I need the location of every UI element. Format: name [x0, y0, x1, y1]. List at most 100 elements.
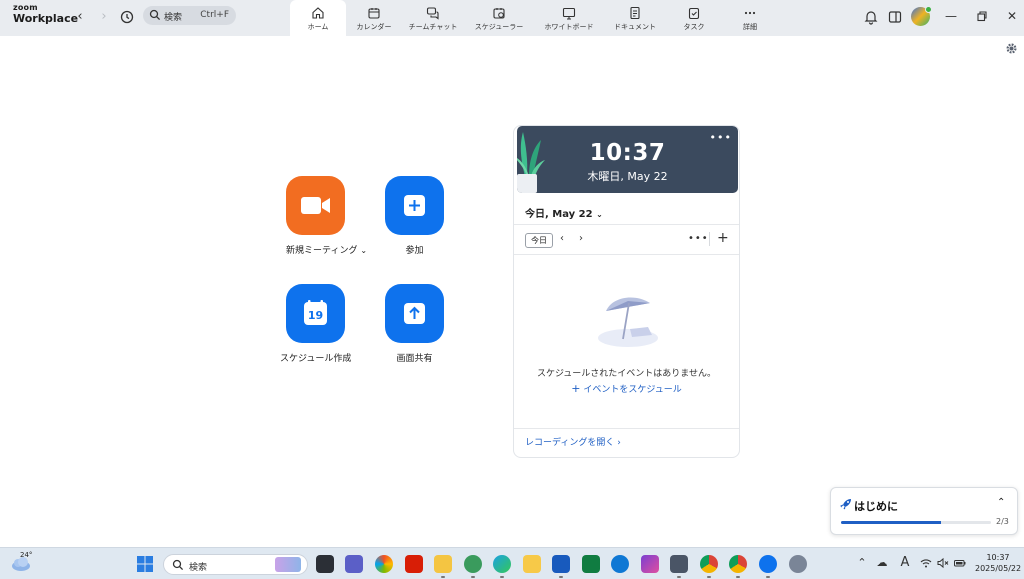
- no-events-text: スケジュールされたイベントはありません。: [536, 369, 717, 379]
- tab-whiteboard[interactable]: ホワイトボード: [534, 0, 604, 36]
- gear-icon[interactable]: [1005, 42, 1018, 55]
- search-icon: [172, 559, 184, 571]
- tab-label: スケジューラー: [474, 23, 524, 31]
- share-arrow-icon: [404, 303, 425, 324]
- tab-label: 詳細: [743, 23, 757, 31]
- document-icon: [630, 6, 640, 20]
- tab-label: ホワイトボード: [544, 23, 594, 31]
- history-icon[interactable]: [119, 9, 135, 25]
- task-view-icon[interactable]: [316, 555, 334, 573]
- whiteboard-icon: [562, 7, 576, 20]
- presence-dot: [925, 6, 932, 13]
- clock-header: 10:37 木曜日, May 22 •••: [517, 126, 738, 193]
- search-box[interactable]: 検索 Ctrl+F: [143, 6, 236, 25]
- running-indicator: [766, 576, 770, 578]
- schedule-button[interactable]: 19: [286, 284, 345, 343]
- share-screen-label: 画面共有: [396, 354, 433, 364]
- chrome-profile-icon[interactable]: [729, 555, 747, 573]
- next-day-icon[interactable]: ›: [579, 233, 583, 244]
- clock-time: 10:37: [589, 140, 666, 166]
- more-icon[interactable]: •••: [688, 233, 709, 244]
- word-icon[interactable]: [552, 555, 570, 573]
- speaker-muted-icon[interactable]: [937, 557, 949, 569]
- avatar[interactable]: [911, 6, 932, 26]
- windows-start-icon[interactable]: [137, 556, 153, 572]
- plus-icon: [404, 195, 425, 216]
- video-camera-icon: [301, 197, 330, 214]
- tab-more[interactable]: 詳細: [722, 0, 778, 36]
- forward-arrow-icon[interactable]: ›: [96, 9, 112, 25]
- new-meeting-label[interactable]: 新規ミーティング ⌄: [286, 243, 367, 256]
- schedule-label: スケジュール作成: [280, 354, 352, 364]
- chevron-down-icon[interactable]: ⌄: [360, 246, 367, 255]
- chevron-up-icon[interactable]: ⌃: [856, 557, 868, 569]
- running-indicator: [736, 576, 740, 578]
- search-shortcut: Ctrl+F: [200, 10, 229, 20]
- new-meeting-button[interactable]: [286, 176, 345, 235]
- drive-icon[interactable]: [523, 555, 541, 573]
- edge-icon[interactable]: [493, 555, 511, 573]
- more-icon: [744, 11, 756, 15]
- zoom-workplace-logo: zoom Workplace: [13, 4, 78, 25]
- tab-team-chat[interactable]: チームチャット: [402, 0, 464, 36]
- tab-tasks[interactable]: タスク: [666, 0, 722, 36]
- chrome-icon[interactable]: [700, 555, 718, 573]
- date-selector[interactable]: 今日, May 22 ⌄: [525, 205, 603, 220]
- schedule-event-link[interactable]: + イベントをスケジュール: [514, 382, 739, 395]
- today-button[interactable]: 今日: [525, 233, 553, 248]
- tab-documents[interactable]: ドキュメント: [604, 0, 666, 36]
- panel-icon[interactable]: [887, 9, 903, 25]
- clock-time: 10:37: [986, 553, 1010, 562]
- getting-started-title: はじめに: [854, 500, 898, 513]
- system-clock[interactable]: 10:37 2025/05/22: [975, 552, 1021, 574]
- wifi-icon[interactable]: [920, 557, 932, 569]
- media-icon[interactable]: [641, 555, 659, 573]
- settings-gear-icon[interactable]: [789, 555, 807, 573]
- taskbar-search[interactable]: 検索: [163, 554, 308, 575]
- onedrive-icon[interactable]: [611, 555, 629, 573]
- battery-icon[interactable]: [954, 557, 966, 569]
- teams-icon[interactable]: [345, 555, 363, 573]
- minimize-icon[interactable]: —: [944, 9, 958, 23]
- restore-icon[interactable]: [975, 9, 989, 23]
- running-indicator: [471, 576, 475, 578]
- share-screen-button[interactable]: [385, 284, 444, 343]
- copilot-icon[interactable]: [375, 555, 393, 573]
- tab-home[interactable]: ホーム: [290, 0, 346, 36]
- open-recordings-link[interactable]: レコーディングを開く ›: [525, 435, 621, 448]
- tab-calendar[interactable]: カレンダー: [346, 0, 402, 36]
- zoom-taskbar-icon[interactable]: [759, 555, 777, 573]
- progress-fill: [841, 521, 942, 524]
- maps-icon[interactable]: [464, 555, 482, 573]
- file-explorer-icon[interactable]: [434, 555, 452, 573]
- divider: [514, 428, 739, 429]
- excel-icon[interactable]: [582, 555, 600, 573]
- prev-day-icon[interactable]: ‹: [560, 233, 564, 244]
- running-indicator: [707, 576, 711, 578]
- bell-icon[interactable]: [863, 9, 879, 25]
- plus-icon: +: [571, 382, 581, 395]
- screen-tool-icon[interactable]: [670, 555, 688, 573]
- title-bar: zoom Workplace ‹ › 検索 Ctrl+F ホーム カレンダー チ…: [0, 0, 1024, 36]
- add-icon[interactable]: +: [717, 230, 729, 246]
- clock-date: 2025/05/22: [975, 564, 1022, 573]
- home-icon: [312, 7, 324, 19]
- close-icon[interactable]: ✕: [1005, 9, 1019, 23]
- getting-started-widget[interactable]: はじめに ⌃ 2/3: [830, 487, 1018, 535]
- task-icon: [688, 7, 700, 20]
- divider: [709, 232, 710, 246]
- tab-scheduler[interactable]: スケジューラー: [464, 0, 534, 36]
- join-button[interactable]: [385, 176, 444, 235]
- tab-label: タスク: [683, 23, 705, 31]
- back-arrow-icon[interactable]: ‹: [72, 9, 88, 25]
- running-indicator: [677, 576, 681, 578]
- progress-count: 2/3: [996, 517, 1009, 526]
- ime-indicator[interactable]: A: [899, 556, 911, 569]
- cloud-sync-icon[interactable]: ☁: [876, 557, 888, 569]
- acrobat-icon[interactable]: [405, 555, 423, 573]
- tab-label: ホーム: [307, 23, 329, 31]
- chevron-down-icon: ⌄: [596, 210, 603, 219]
- chevron-up-icon[interactable]: ⌃: [997, 497, 1005, 508]
- more-icon[interactable]: •••: [710, 131, 732, 144]
- search-highlight-icon: [275, 557, 301, 572]
